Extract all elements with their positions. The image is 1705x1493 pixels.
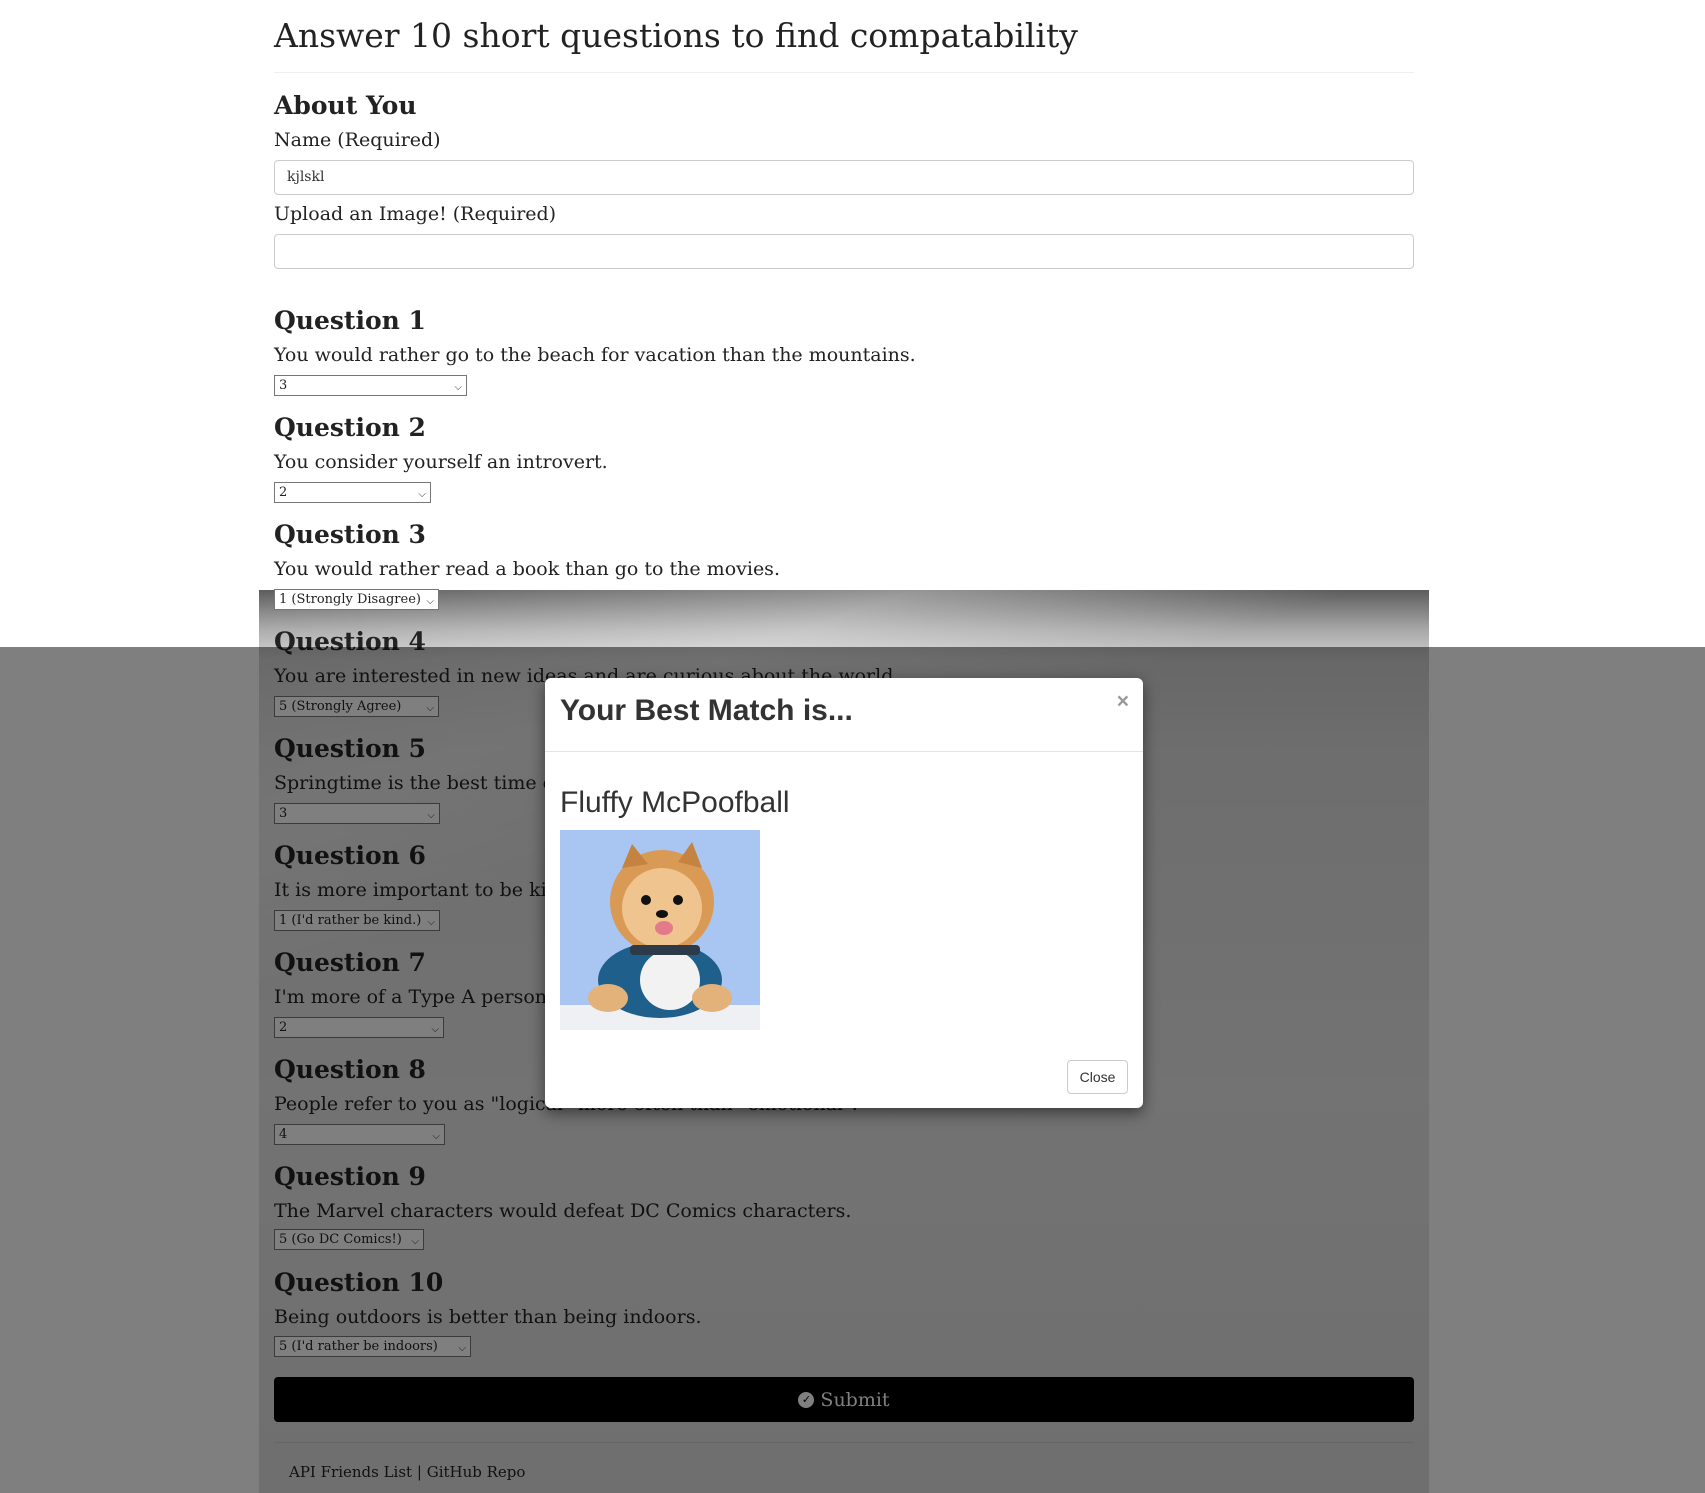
question-3-heading: Question 3 (274, 520, 426, 549)
question-3-value: 1 (Strongly Disagree) (279, 592, 421, 607)
image-url-input[interactable] (274, 234, 1414, 269)
page-title: Answer 10 short questions to find compat… (274, 0, 1414, 73)
question-2-select[interactable]: 2 ⌵ (274, 482, 431, 503)
chevron-down-icon: ⌵ (454, 382, 462, 393)
name-input[interactable]: kjlskl (274, 160, 1414, 195)
image-label: Upload an Image! (Required) (274, 203, 557, 225)
question-1-select[interactable]: 3 ⌵ (274, 375, 467, 396)
question-2-value: 2 (279, 485, 288, 500)
match-photo (560, 830, 760, 1030)
modal-title: Your Best Match is... (560, 694, 853, 727)
chevron-down-icon: ⌵ (418, 489, 426, 500)
form-container: Answer 10 short questions to find compat… (274, 0, 1414, 73)
question-1-heading: Question 1 (274, 306, 426, 335)
question-2-text: You consider yourself an introvert. (274, 451, 608, 473)
close-button[interactable]: Close (1067, 1060, 1128, 1094)
about-heading: About You (274, 91, 417, 120)
chevron-down-icon: ⌵ (426, 596, 434, 607)
match-name: Fluffy McPoofball (560, 786, 790, 819)
close-icon[interactable]: × (1117, 690, 1129, 714)
modal-header: Your Best Match is... × (545, 678, 1143, 752)
question-2-heading: Question 2 (274, 413, 426, 442)
best-match-modal: Your Best Match is... × Fluffy McPoofbal… (545, 678, 1143, 1108)
question-1-value: 3 (279, 378, 288, 393)
question-3-text: You would rather read a book than go to … (274, 558, 780, 580)
question-1-text: You would rather go to the beach for vac… (274, 344, 916, 366)
question-3-select[interactable]: 1 (Strongly Disagree) ⌵ (274, 589, 439, 610)
name-label: Name (Required) (274, 129, 441, 151)
